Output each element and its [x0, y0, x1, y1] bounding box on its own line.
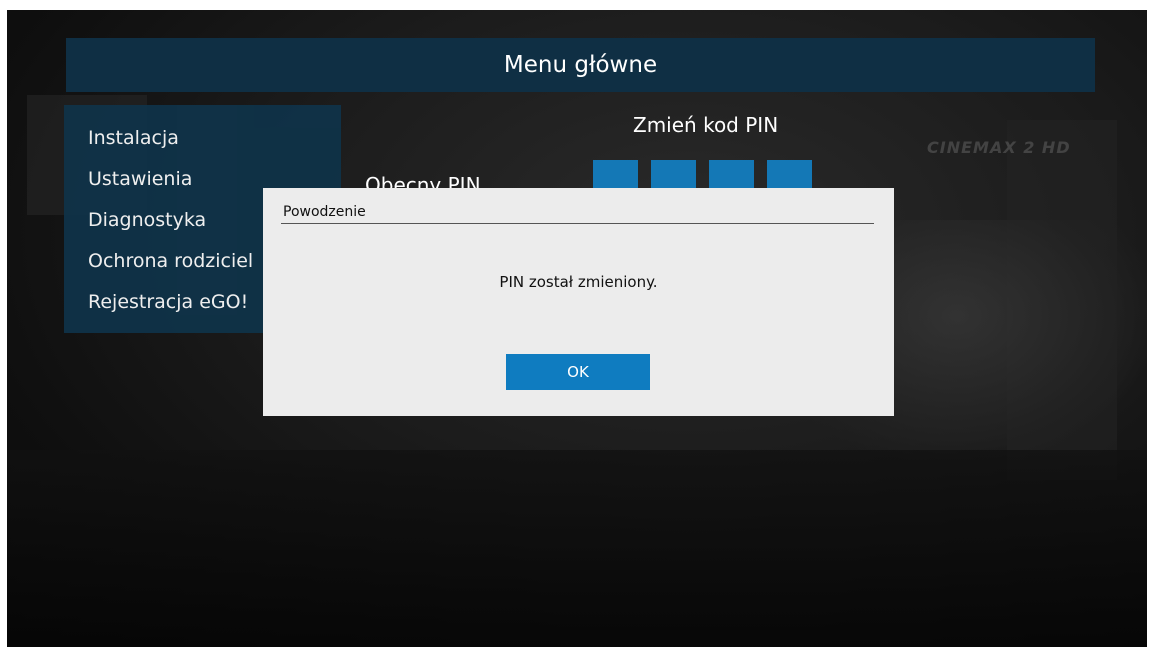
- dialog-divider: [281, 223, 874, 224]
- page-title: Menu główne: [503, 52, 658, 78]
- sidebar-item-ustawienia[interactable]: Ustawienia: [88, 168, 192, 190]
- dialog-title: Powodzenie: [283, 204, 366, 220]
- ok-button[interactable]: OK: [506, 354, 650, 390]
- success-dialog: Powodzenie PIN został zmieniony. OK: [263, 188, 894, 416]
- dialog-message: PIN został zmieniony.: [499, 273, 658, 291]
- sidebar-item-rejestracja-ego[interactable]: Rejestracja eGO!: [88, 291, 248, 313]
- sidebar-item-diagnostyka[interactable]: Diagnostyka: [88, 209, 206, 231]
- header-bar: Menu główne: [66, 38, 1095, 92]
- sidebar-item-ochrona-rodzicielska[interactable]: Ochrona rodziciel: [88, 250, 253, 272]
- sidebar-item-instalacja[interactable]: Instalacja: [88, 127, 179, 149]
- background-scene-floor: [7, 450, 1147, 647]
- tv-screen: CINEMAX 2 HD Menu główne Instalacja Usta…: [7, 10, 1147, 647]
- channel-logo-watermark: CINEMAX 2 HD: [927, 138, 1071, 157]
- change-pin-title: Zmień kod PIN: [633, 113, 779, 137]
